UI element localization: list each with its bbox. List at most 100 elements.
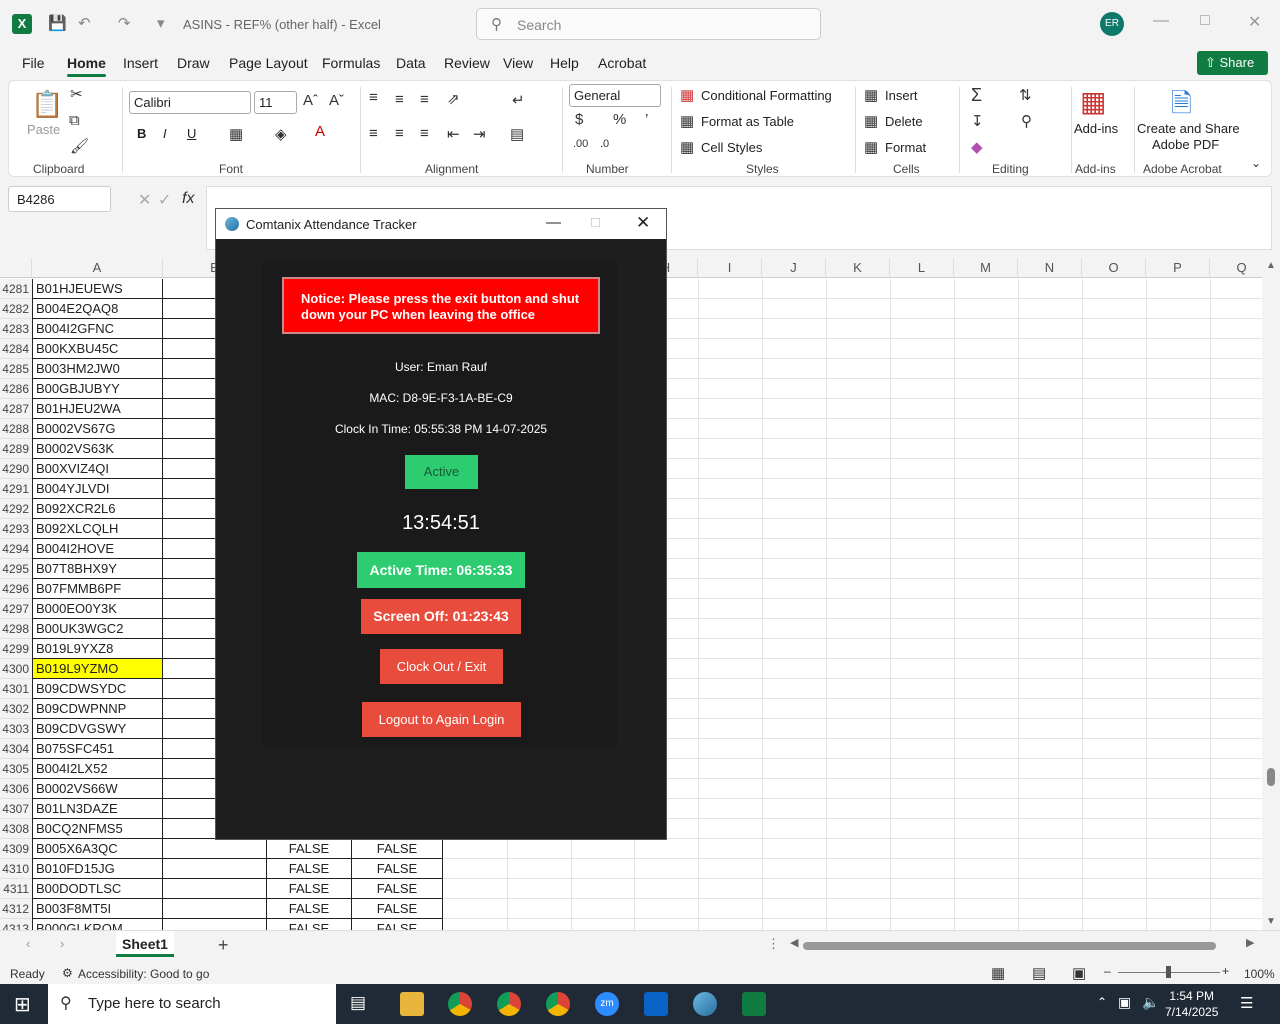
undo-icon[interactable]: ↶ <box>78 14 91 32</box>
cell-a[interactable]: B0002VS67G <box>32 419 163 439</box>
cell-boolean[interactable]: FALSE <box>267 899 352 919</box>
percent-icon[interactable]: % <box>613 111 626 128</box>
redo-icon[interactable]: ↷ <box>118 14 131 32</box>
taskbar-clock[interactable]: 1:54 PM 7/14/2025 <box>1165 988 1218 1020</box>
cell-a[interactable]: B019L9YXZ8 <box>32 639 163 659</box>
fill-icon[interactable]: ↧ <box>971 112 984 130</box>
confirm-entry-icon[interactable]: ✓ <box>158 190 171 210</box>
menu-draw[interactable]: Draw <box>177 55 210 71</box>
paste-icon[interactable]: 📋 <box>31 89 63 120</box>
conditional-formatting-icon[interactable]: ▦ <box>680 86 694 104</box>
row-header[interactable]: 4299 <box>0 639 32 659</box>
cell-a[interactable]: B004YJLVDI <box>32 479 163 499</box>
menu-page-layout[interactable]: Page Layout <box>229 55 308 71</box>
cell-a[interactable]: B092XLCQLH <box>32 519 163 539</box>
zoom-in-icon[interactable]: + <box>1222 964 1229 978</box>
page-layout-view-icon[interactable]: ▤ <box>1032 964 1046 982</box>
clear-icon[interactable]: ◆ <box>971 138 983 156</box>
italic-button[interactable]: I <box>163 126 167 141</box>
menu-help[interactable]: Help <box>550 55 579 71</box>
align-right-icon[interactable]: ≡ <box>420 125 429 142</box>
notifications-icon[interactable]: ☰ <box>1240 994 1253 1012</box>
column-header-q[interactable]: Q <box>1210 258 1262 278</box>
prev-sheet-icon[interactable]: ‹ <box>26 936 30 951</box>
cell-boolean[interactable]: FALSE <box>352 899 443 919</box>
row-header[interactable]: 4286 <box>0 379 32 399</box>
align-top-icon[interactable]: ≡ <box>369 89 378 106</box>
row-header[interactable]: 4281 <box>0 279 32 299</box>
column-header-p[interactable]: P <box>1146 258 1210 278</box>
cell-a[interactable]: B075SFC451 <box>32 739 163 759</box>
row-header[interactable]: 4312 <box>0 899 32 919</box>
restore-icon[interactable]: □ <box>1200 12 1210 30</box>
delete-cells-icon[interactable]: ▦ <box>864 112 878 130</box>
task-view-icon[interactable]: ▤ <box>350 993 366 1013</box>
row-header[interactable]: 4283 <box>0 319 32 339</box>
row-header[interactable]: 4285 <box>0 359 32 379</box>
cell-b[interactable] <box>163 919 267 930</box>
cell-a[interactable]: B005X6A3QC <box>32 839 163 859</box>
sort-filter-icon[interactable]: ⇅ <box>1019 86 1032 104</box>
row-header[interactable]: 4287 <box>0 399 32 419</box>
font-color-icon[interactable]: A <box>315 123 325 140</box>
menu-acrobat[interactable]: Acrobat <box>598 55 646 71</box>
cell-a[interactable]: B01HJEU2WA <box>32 399 163 419</box>
merge-center-icon[interactable]: ▤ <box>510 125 524 143</box>
cell-a[interactable]: B00KXBU45C <box>32 339 163 359</box>
format-cells-icon[interactable]: ▦ <box>864 138 878 156</box>
insert-cells-button[interactable]: Insert <box>885 88 918 103</box>
cell-a[interactable]: B004I2HOVE <box>32 539 163 559</box>
page-break-view-icon[interactable]: ▣ <box>1072 964 1086 982</box>
sheet-tab[interactable]: Sheet1 <box>116 931 174 957</box>
cell-a[interactable]: B004I2LX52 <box>32 759 163 779</box>
scroll-up-icon[interactable]: ▲ <box>1266 260 1276 271</box>
file-explorer-icon[interactable] <box>400 992 424 1016</box>
name-box[interactable]: B4286 <box>8 186 111 212</box>
cell-boolean[interactable]: FALSE <box>267 859 352 879</box>
cell-a[interactable]: B01LN3DAZE <box>32 799 163 819</box>
row-header[interactable]: 4298 <box>0 619 32 639</box>
row-header[interactable]: 4296 <box>0 579 32 599</box>
more-options-icon[interactable]: ⋮ <box>767 936 780 952</box>
cell-a[interactable]: B019L9YZMO <box>32 659 163 679</box>
increase-indent-icon[interactable]: ⇥ <box>473 125 486 143</box>
number-format-select[interactable]: General <box>569 84 661 107</box>
menu-data[interactable]: Data <box>396 55 426 71</box>
cell-boolean[interactable]: FALSE <box>352 919 443 930</box>
cell-a[interactable]: B07T8BHX9Y <box>32 559 163 579</box>
cell-a[interactable]: B09CDWSYDC <box>32 679 163 699</box>
paste-label[interactable]: Paste <box>27 122 60 137</box>
align-left-icon[interactable]: ≡ <box>369 125 378 142</box>
currency-icon[interactable]: $ <box>575 111 583 128</box>
increase-font-icon[interactable]: Aˆ <box>303 92 318 109</box>
cell-a[interactable]: B09CDVGSWY <box>32 719 163 739</box>
zoom-slider-thumb[interactable] <box>1166 966 1171 978</box>
column-header-o[interactable]: O <box>1082 258 1146 278</box>
row-header[interactable]: 4293 <box>0 519 32 539</box>
cell-a[interactable]: B00XVIZ4QI <box>32 459 163 479</box>
excel-taskbar-icon[interactable] <box>742 992 766 1016</box>
column-header-n[interactable]: N <box>1018 258 1082 278</box>
share-button[interactable]: ⇧ Share ⌄ <box>1197 51 1268 94</box>
find-select-icon[interactable]: ⚲ <box>1021 112 1032 130</box>
conditional-formatting-button[interactable]: Conditional Formatting <box>701 88 832 103</box>
row-header[interactable]: 4292 <box>0 499 32 519</box>
cell-b[interactable] <box>163 839 267 859</box>
align-center-icon[interactable]: ≡ <box>395 125 404 142</box>
cell-a[interactable]: B092XCR2L6 <box>32 499 163 519</box>
cell-a[interactable]: B000EO0Y3K <box>32 599 163 619</box>
row-header[interactable]: 4309 <box>0 839 32 859</box>
cell-a[interactable]: B09CDWPNNP <box>32 699 163 719</box>
row-header[interactable]: 4300 <box>0 659 32 679</box>
row-header[interactable]: 4290 <box>0 459 32 479</box>
create-share-pdf-line1[interactable]: Create and Share <box>1137 121 1240 136</box>
cell-b[interactable] <box>163 879 267 899</box>
chrome-profile-icon[interactable] <box>497 992 521 1016</box>
horizontal-scroll-thumb[interactable] <box>803 942 1216 950</box>
font-name-select[interactable]: Calibri <box>129 91 251 114</box>
cell-boolean[interactable]: FALSE <box>267 879 352 899</box>
row-header[interactable]: 4282 <box>0 299 32 319</box>
windows-start-icon[interactable]: ⊞ <box>14 992 31 1017</box>
decrease-font-icon[interactable]: Aˇ <box>329 92 344 109</box>
cell-a[interactable]: B00UK3WGC2 <box>32 619 163 639</box>
